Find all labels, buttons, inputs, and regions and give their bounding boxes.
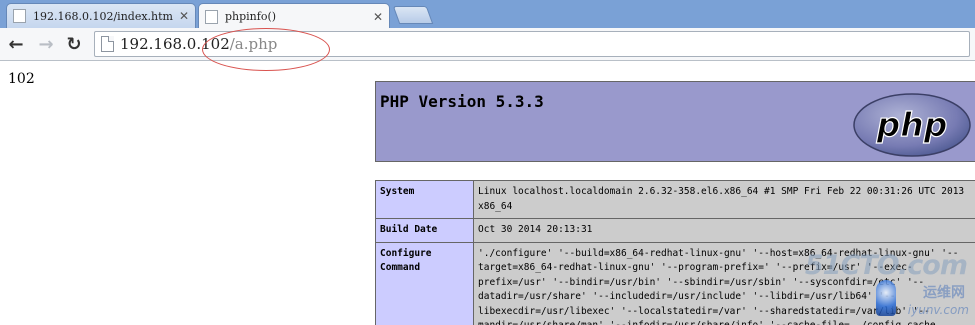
forward-arrow-icon: → xyxy=(38,33,54,55)
tab-strip: 192.168.0.102/index.htm ✕ phpinfo() ✕ xyxy=(0,0,975,29)
page-output-text: 102 xyxy=(8,71,35,87)
phpinfo-table: System Linux localhost.localdomain 2.6.3… xyxy=(375,180,975,325)
annotation-ellipse xyxy=(202,28,330,71)
row-key: Build Date xyxy=(375,218,474,243)
table-row: System Linux localhost.localdomain 2.6.3… xyxy=(375,180,975,219)
new-tab-button[interactable] xyxy=(392,6,434,24)
tab-index[interactable]: 192.168.0.102/index.htm ✕ xyxy=(6,3,196,28)
back-button[interactable]: ← xyxy=(4,32,28,56)
table-row: Build Date Oct 30 2014 20:13:31 xyxy=(375,218,975,243)
close-tab-icon[interactable]: ✕ xyxy=(179,9,189,23)
php-logo: php xyxy=(853,93,971,157)
page-icon xyxy=(101,36,114,52)
php-logo-text: php xyxy=(876,105,948,144)
row-key: System xyxy=(375,180,474,219)
row-value: './configure' '--build=x86_64-redhat-lin… xyxy=(473,241,975,325)
php-version-title: PHP Version 5.3.3 xyxy=(380,92,544,111)
tab-title: phpinfo() xyxy=(225,10,277,23)
reload-icon: ↻ xyxy=(66,33,82,55)
php-version-header: PHP Version 5.3.3 php xyxy=(375,81,975,162)
tab-title: 192.168.0.102/index.htm xyxy=(33,9,173,23)
row-key: Configure Command xyxy=(375,241,474,325)
back-arrow-icon: ← xyxy=(8,33,24,55)
page-favicon-icon xyxy=(205,9,218,24)
table-row: Configure Command './configure' '--build… xyxy=(375,241,975,325)
row-value: Oct 30 2014 20:13:31 xyxy=(473,218,975,243)
close-tab-icon[interactable]: ✕ xyxy=(373,10,383,24)
browser-toolbar: ← → ↻ 192.168.0.102/a.php xyxy=(0,28,975,61)
forward-button[interactable]: → xyxy=(34,32,58,56)
row-value: Linux localhost.localdomain 2.6.32-358.e… xyxy=(473,180,975,219)
page-favicon-icon xyxy=(13,9,26,23)
reload-button[interactable]: ↻ xyxy=(62,32,86,56)
tab-phpinfo[interactable]: phpinfo() ✕ xyxy=(198,3,390,29)
